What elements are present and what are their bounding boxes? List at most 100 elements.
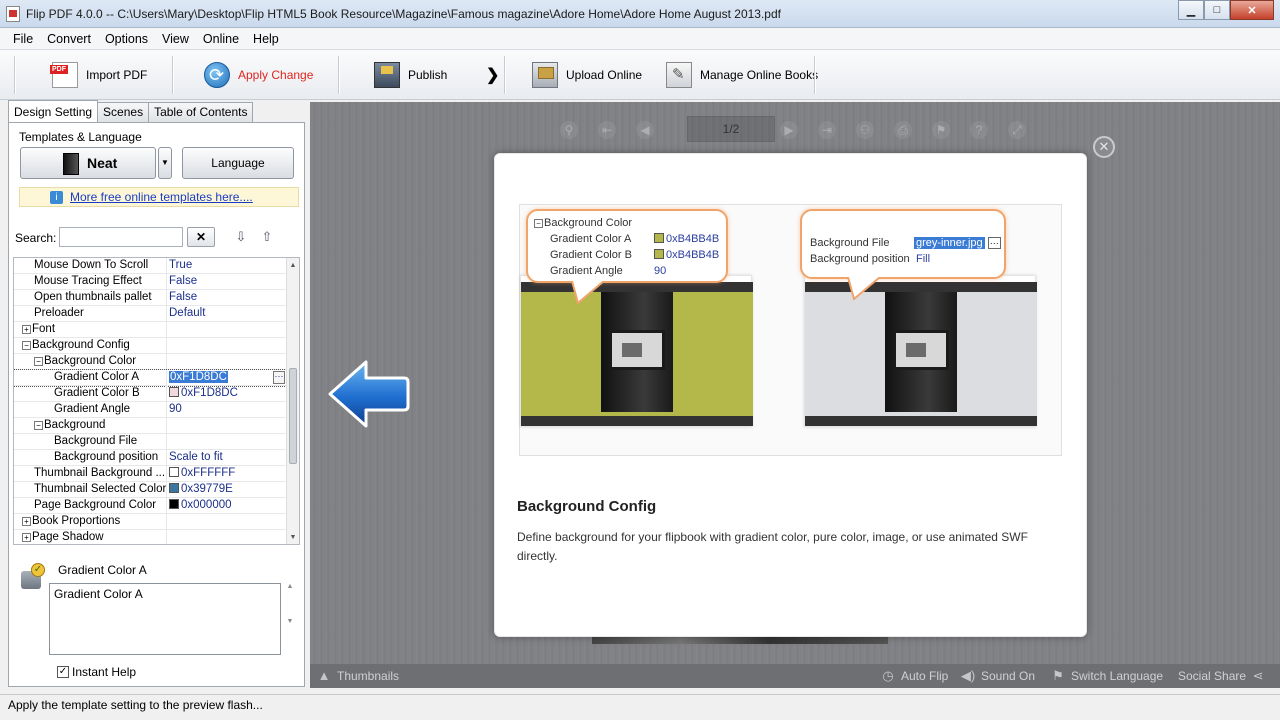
menu-view[interactable]: View	[155, 32, 196, 46]
sound-on-button[interactable]: ◀) Sound On	[960, 668, 1035, 684]
toolbar-separator	[814, 56, 815, 94]
help-text-box[interactable]: Gradient Color A	[49, 583, 281, 655]
fullscreen-icon[interactable]: ⤢	[1008, 121, 1026, 139]
help-scrollbar[interactable]: ▲ ▼	[283, 583, 297, 655]
property-value[interactable]: 0xF1D8DC	[166, 386, 288, 402]
prev-page-icon[interactable]: ◀	[636, 121, 654, 139]
close-help-icon[interactable]: ✕	[1093, 136, 1115, 158]
zoom-icon[interactable]: ⚲	[560, 121, 578, 139]
property-value[interactable]: False	[166, 290, 288, 306]
last-page-icon[interactable]: ⇥	[818, 121, 836, 139]
property-row[interactable]: Gradient Color A 0xF1D8DC ···	[14, 369, 289, 387]
expand-icon[interactable]: +	[22, 533, 31, 542]
template-button[interactable]: Neat	[20, 147, 156, 179]
search-input[interactable]	[59, 227, 183, 247]
bookmark-icon[interactable]: ⚑	[932, 121, 950, 139]
switch-language-button[interactable]: ⚑ Switch Language	[1050, 668, 1163, 684]
property-value[interactable]: False	[166, 274, 288, 290]
sort-alpha-icon[interactable]: ⇧	[259, 229, 275, 245]
next-page-icon[interactable]: ▶	[780, 121, 798, 139]
menu-help[interactable]: Help	[246, 32, 286, 46]
book-edge	[592, 636, 888, 644]
property-row[interactable]: − Background Color	[14, 354, 288, 370]
property-row[interactable]: Preloader Default	[14, 306, 288, 322]
help-icon[interactable]: ?	[970, 121, 988, 139]
property-row[interactable]: + Book Proportions	[14, 514, 288, 530]
page-indicator[interactable]: 1/2	[687, 116, 775, 142]
property-value[interactable]	[166, 530, 288, 544]
menu-convert[interactable]: Convert	[40, 32, 98, 46]
property-value[interactable]	[166, 338, 288, 354]
callout-row-value: 90	[654, 265, 667, 277]
share-icon[interactable]: ⚇	[856, 121, 874, 139]
manage-online-books-button[interactable]: Manage Online Books	[666, 59, 818, 91]
scroll-up-icon[interactable]: ▲	[287, 260, 299, 272]
import-pdf-button[interactable]: Import PDF	[50, 59, 147, 91]
property-row[interactable]: Background position Scale to fit	[14, 450, 288, 466]
property-row[interactable]: Background File	[14, 434, 288, 450]
property-value[interactable]: 0x39779E	[166, 482, 288, 498]
collapse-icon[interactable]: −	[22, 341, 31, 350]
property-row[interactable]: Mouse Down To Scroll True	[14, 258, 288, 274]
property-value[interactable]	[166, 418, 288, 434]
clear-search-button[interactable]: ✕	[187, 227, 215, 247]
property-name: − Background	[34, 418, 105, 433]
previous-arrow-icon[interactable]	[328, 358, 410, 430]
collapse-icon[interactable]: −	[34, 421, 43, 430]
property-value[interactable]: True	[166, 258, 288, 274]
sort-category-icon[interactable]: ⇩	[233, 229, 249, 245]
property-value[interactable]: 0x000000	[166, 498, 288, 514]
property-value[interactable]: 90	[166, 402, 288, 418]
property-value[interactable]	[166, 354, 288, 370]
instant-help-checkbox[interactable]: ✓ Instant Help	[57, 665, 136, 679]
scrollbar-thumb[interactable]	[289, 368, 297, 464]
maximize-button[interactable]: □	[1204, 0, 1230, 20]
menu-file[interactable]: File	[6, 32, 40, 46]
collapse-icon[interactable]: −	[34, 357, 43, 366]
publish-more-button[interactable]: ❯	[486, 59, 499, 91]
publish-button[interactable]: Publish	[374, 59, 447, 91]
expand-icon[interactable]: +	[22, 517, 31, 526]
upload-online-button[interactable]: Upload Online	[532, 59, 642, 91]
expand-icon[interactable]: +	[22, 325, 31, 334]
property-row[interactable]: Thumbnail Background ... 0xFFFFFF	[14, 466, 288, 482]
property-value[interactable]: 0xFFFFFF	[166, 466, 288, 482]
property-value[interactable]	[166, 434, 288, 450]
property-row[interactable]: Mouse Tracing Effect False	[14, 274, 288, 290]
property-row[interactable]: − Background Config	[14, 338, 288, 354]
property-row[interactable]: Page Background Color 0x000000	[14, 498, 288, 514]
social-share-button[interactable]: Social Share ⋖	[1178, 668, 1271, 684]
tab-scenes[interactable]: Scenes	[97, 102, 150, 122]
menu-online[interactable]: Online	[196, 32, 246, 46]
property-row[interactable]: + Font	[14, 322, 288, 338]
property-value[interactable]	[166, 322, 288, 338]
minimize-button[interactable]: ▁	[1178, 0, 1204, 20]
template-dropdown-button[interactable]: ▼	[158, 147, 172, 179]
scroll-down-icon[interactable]: ▼	[287, 532, 299, 544]
property-row[interactable]: − Background	[14, 418, 288, 434]
browse-color-button[interactable]: ···	[273, 371, 285, 384]
property-row[interactable]: Thumbnail Selected Color 0x39779E	[14, 482, 288, 498]
share-icon: ⋖	[1252, 668, 1264, 683]
auto-flip-button[interactable]: ◷ Auto Flip	[880, 668, 948, 684]
property-row[interactable]: Open thumbnails pallet False	[14, 290, 288, 306]
thumbnails-button[interactable]: ▲ Thumbnails	[316, 668, 399, 684]
more-templates-link[interactable]: More free online templates here....	[70, 190, 253, 204]
property-row[interactable]: Gradient Color B 0xF1D8DC	[14, 386, 288, 402]
property-row[interactable]: + Page Shadow	[14, 530, 288, 544]
property-row[interactable]: Gradient Angle 90	[14, 402, 288, 418]
property-value[interactable]: Default	[166, 306, 288, 322]
tab-table-of-contents[interactable]: Table of Contents	[148, 102, 254, 122]
tab-design-setting[interactable]: Design Setting	[8, 100, 99, 122]
first-page-icon[interactable]: ⇤	[598, 121, 616, 139]
settings-panel: Design Setting Scenes Table of Contents …	[8, 100, 305, 687]
print-icon[interactable]: ⎙	[894, 121, 912, 139]
property-value[interactable]	[166, 514, 288, 530]
property-value[interactable]: 0xF1D8DC ···	[166, 370, 288, 386]
apply-change-button[interactable]: Apply Change	[204, 59, 313, 91]
property-value[interactable]: Scale to fit	[166, 450, 288, 466]
language-button[interactable]: Language	[182, 147, 294, 179]
property-scrollbar[interactable]: ▲ ▼	[286, 258, 299, 544]
close-button[interactable]: ✕	[1230, 0, 1274, 20]
menu-options[interactable]: Options	[98, 32, 155, 46]
